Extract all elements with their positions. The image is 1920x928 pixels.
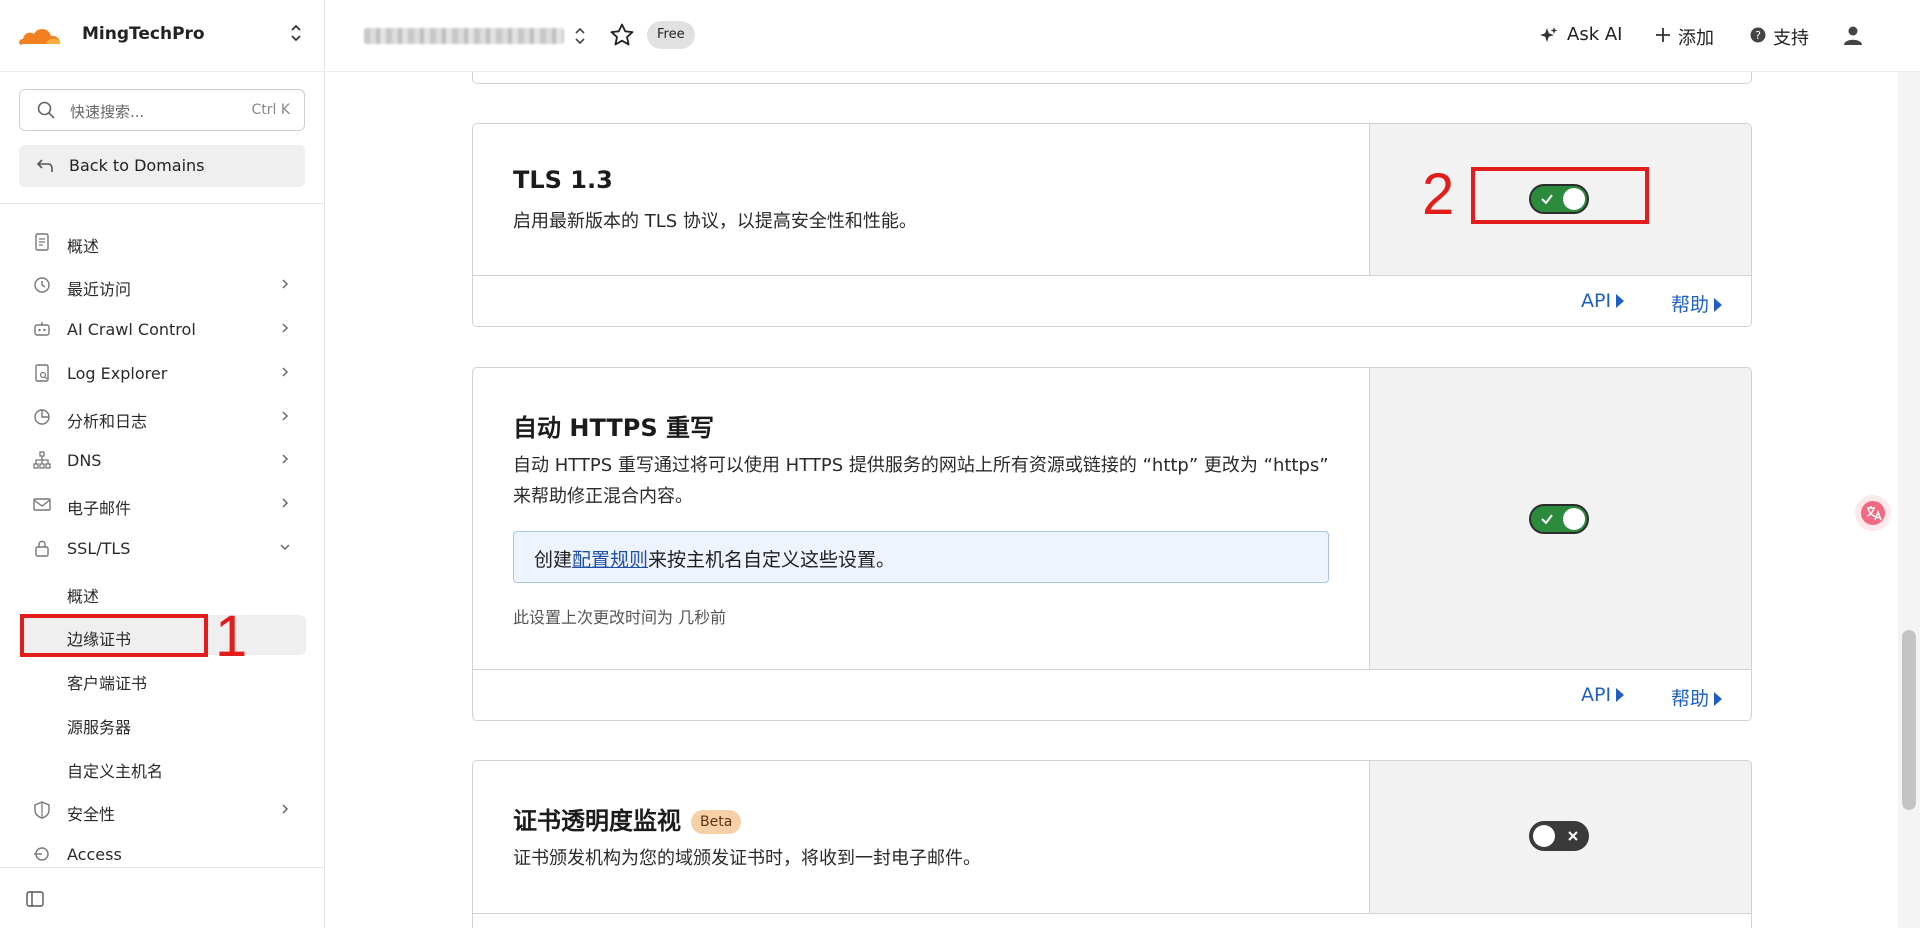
toggle-knob: [1533, 825, 1555, 847]
card-footer: API 帮助: [473, 669, 1751, 720]
svg-text:?: ?: [1755, 29, 1761, 42]
search-icon: [37, 101, 55, 119]
shield-icon: [34, 801, 50, 819]
sidebar-item-ssl-tls[interactable]: SSL/TLS: [20, 529, 306, 567]
chevron-right-icon: [282, 411, 289, 421]
sidebar-item-dns[interactable]: DNS: [20, 441, 306, 479]
chevron-right-icon: [282, 804, 289, 814]
translate-button[interactable]: [1855, 495, 1891, 531]
api-link[interactable]: API: [1581, 684, 1625, 706]
caret-right-icon: [1714, 692, 1723, 706]
translate-icon: [1861, 501, 1885, 525]
sidebar-item-log-explorer[interactable]: Log Explorer: [20, 354, 306, 392]
lock-icon: [35, 540, 49, 557]
robot-icon: [34, 322, 50, 336]
plus-icon: [1656, 28, 1670, 42]
access-icon: [34, 847, 49, 861]
card-footer: [473, 913, 1751, 928]
card-description: 自动 HTTPS 重写通过将可以使用 HTTPS 提供服务的网站上所有资源或链接…: [513, 455, 1329, 507]
x-icon: [1568, 831, 1578, 841]
log-icon: [35, 364, 49, 382]
config-rules-info-box: 创建配置规则来按主机名自定义这些设置。: [513, 531, 1329, 583]
caret-right-icon: [1616, 688, 1625, 702]
sidebar-sub-item-origin-server[interactable]: 源服务器: [20, 703, 306, 743]
document-icon: [35, 233, 49, 251]
sidebar-item-recent[interactable]: 最近访问: [20, 266, 306, 304]
quick-search-input[interactable]: 快速搜索... Ctrl K: [19, 89, 305, 131]
previous-card-edge: [472, 72, 1752, 84]
chevron-right-icon: [282, 454, 289, 464]
collapse-sidebar-icon[interactable]: [25, 889, 45, 909]
return-arrow-icon: [36, 159, 53, 172]
auto-https-rewrites-card: 自动 HTTPS 重写 自动 HTTPS 重写通过将可以使用 HTTPS 提供服…: [472, 367, 1752, 721]
chevron-right-icon: [282, 323, 289, 333]
auto-https-toggle[interactable]: [1529, 504, 1589, 534]
annotation-box-1: [20, 614, 208, 657]
caret-right-icon: [1616, 294, 1625, 308]
help-link[interactable]: 帮助: [1671, 684, 1723, 711]
sidebar-item-email[interactable]: 电子邮件: [20, 485, 306, 523]
back-to-domains-button[interactable]: Back to Domains: [19, 145, 305, 187]
caret-right-icon: [1714, 298, 1723, 312]
mail-icon: [33, 498, 51, 511]
sidebar: MingTechPro 快速搜索... Ctrl K Back to Domai…: [0, 0, 325, 928]
sidebar-divider: [0, 203, 325, 204]
page-scrollbar-thumb[interactable]: [1902, 630, 1916, 810]
chart-pie-icon: [34, 409, 50, 425]
network-icon: [33, 451, 51, 469]
card-description: 启用最新版本的 TLS 协议，以提高安全性和性能。: [513, 211, 917, 232]
sidebar-footer: [0, 867, 325, 928]
domain-name-redacted[interactable]: [364, 28, 564, 44]
check-icon: [1541, 514, 1553, 525]
search-placeholder: 快速搜索...: [70, 103, 145, 121]
sparkle-icon: [1540, 27, 1558, 42]
card-description: 证书颁发机构为您的域颁发证书时，将收到一封电子邮件。: [513, 848, 981, 869]
sidebar-item-ai-crawl-control[interactable]: AI Crawl Control: [20, 310, 306, 348]
user-avatar-icon[interactable]: [1842, 24, 1864, 46]
card-control-panel: [1369, 761, 1751, 913]
beta-badge: Beta: [691, 810, 742, 834]
chevron-up-down-icon: [291, 24, 301, 42]
annotation-number-1: 1: [215, 604, 248, 669]
chevron-right-icon: [282, 367, 289, 377]
card-title: TLS 1.3: [513, 166, 613, 194]
top-bar: Free Ask AI 添加 ? 支持: [326, 0, 1920, 72]
card-footer: API 帮助: [473, 275, 1751, 326]
account-header: MingTechPro: [0, 0, 325, 72]
search-shortcut: Ctrl K: [251, 102, 290, 118]
card-control-panel: [1369, 368, 1751, 669]
api-link[interactable]: API: [1581, 290, 1625, 312]
config-rules-link[interactable]: 配置规则: [572, 549, 648, 571]
plan-badge: Free: [647, 21, 695, 49]
ct-monitoring-toggle[interactable]: [1529, 821, 1589, 851]
chevron-up-down-icon[interactable]: [572, 24, 588, 48]
tls13-card: TLS 1.3 启用最新版本的 TLS 协议，以提高安全性和性能。 API 帮助: [472, 123, 1752, 327]
chevron-right-icon: [282, 279, 289, 289]
last-changed-note: 此设置上次更改时间为 几秒前: [513, 608, 727, 627]
history-icon: [34, 277, 50, 293]
account-switcher-button[interactable]: [286, 22, 306, 48]
sidebar-item-analytics[interactable]: 分析和日志: [20, 398, 306, 436]
star-icon[interactable]: [609, 22, 635, 48]
annotation-box-2: [1471, 167, 1649, 224]
chevron-down-icon: [280, 544, 290, 551]
chevron-right-icon: [282, 498, 289, 508]
cloudflare-logo-icon: [19, 28, 61, 46]
card-title: 证书透明度监视 Beta: [513, 801, 742, 836]
sidebar-sub-item-custom-hostnames[interactable]: 自定义主机名: [20, 747, 306, 787]
sidebar-item-overview[interactable]: 概述: [20, 223, 306, 261]
sidebar-sub-item-client-certificates[interactable]: 客户端证书: [20, 659, 306, 699]
account-name: MingTechPro: [82, 24, 205, 44]
ct-monitoring-card: 证书透明度监视 Beta 证书颁发机构为您的域颁发证书时，将收到一封电子邮件。: [472, 760, 1752, 928]
help-circle-icon: ?: [1750, 27, 1766, 43]
annotation-number-2: 2: [1422, 162, 1455, 227]
toggle-knob: [1563, 508, 1585, 530]
help-link[interactable]: 帮助: [1671, 290, 1723, 317]
sidebar-sub-item-overview[interactable]: 概述: [20, 572, 306, 612]
sidebar-item-security[interactable]: 安全性: [20, 791, 306, 829]
card-title: 自动 HTTPS 重写: [513, 414, 714, 442]
